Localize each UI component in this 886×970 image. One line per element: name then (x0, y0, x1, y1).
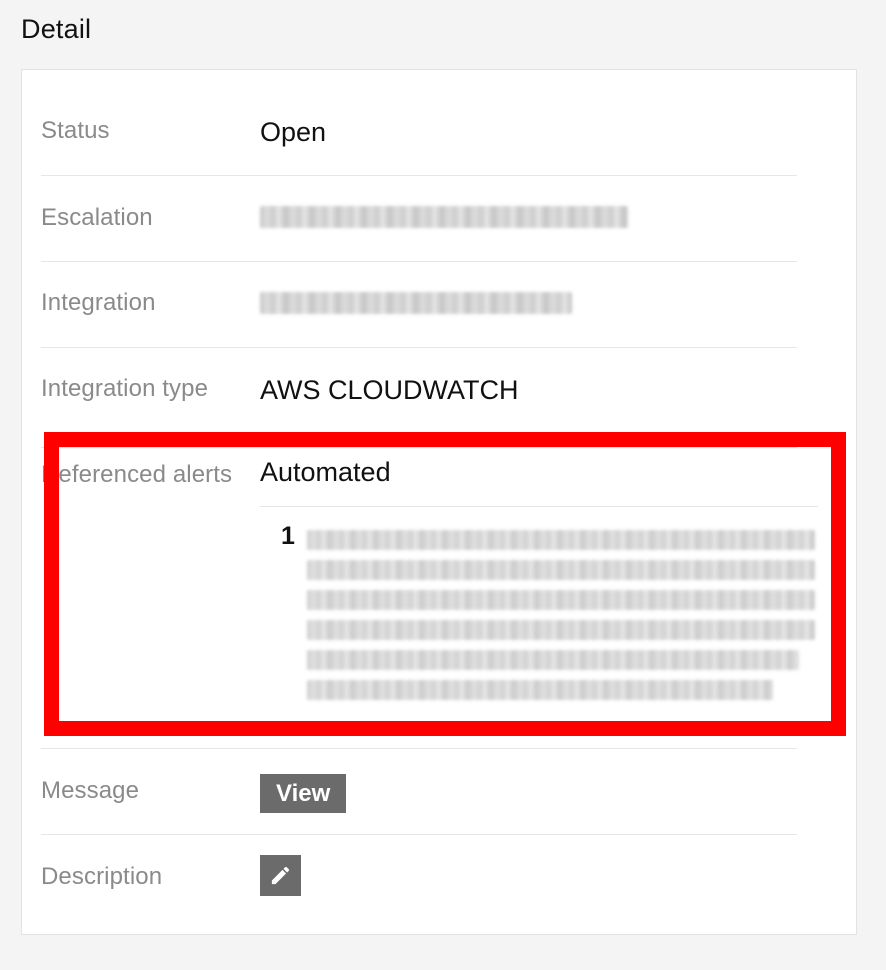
section-title: Detail (21, 14, 92, 44)
status-label: Status (41, 117, 110, 144)
integration-value-redacted (260, 292, 572, 314)
view-message-button[interactable]: View (260, 774, 347, 813)
referenced-alert-number: 1 (281, 522, 295, 550)
description-row: Description (41, 834, 797, 924)
description-label: Description (41, 863, 163, 890)
integration-label: Integration (41, 289, 156, 316)
escalation-label: Escalation (41, 204, 153, 231)
escalation-row: Escalation (41, 175, 797, 262)
message-row: Message View (41, 748, 797, 835)
pencil-icon (271, 866, 290, 885)
escalation-value-redacted (260, 206, 628, 228)
edit-description-button[interactable] (260, 855, 301, 896)
referenced-alerts-divider (260, 506, 818, 507)
integration-type-value: AWS CLOUDWATCH (260, 375, 519, 405)
referenced-alert-text-redacted[interactable] (307, 530, 817, 710)
integration-type-row: Integration type AWS CLOUDWATCH (41, 347, 797, 448)
status-value: Open (260, 117, 327, 147)
integration-type-label: Integration type (41, 375, 209, 402)
referenced-alerts-label: Referenced alerts (41, 461, 233, 488)
integration-row: Integration (41, 261, 797, 348)
status-row: Status Open (41, 69, 797, 176)
message-label: Message (41, 777, 140, 804)
referenced-alerts-value: Automated (260, 457, 391, 487)
